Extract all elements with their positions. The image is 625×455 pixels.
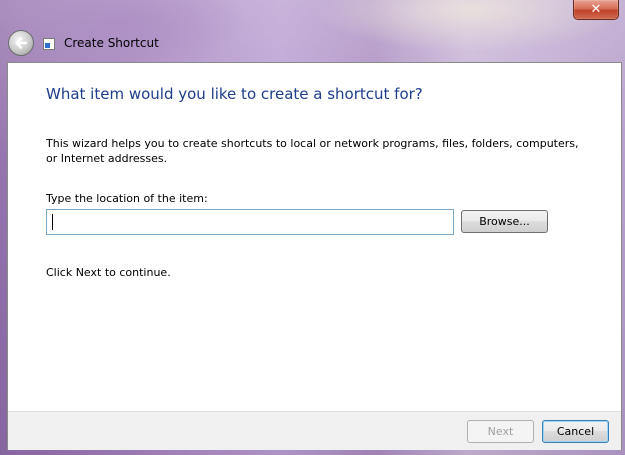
shortcut-icon — [43, 38, 55, 50]
next-button[interactable]: Next — [467, 420, 534, 443]
back-button[interactable] — [8, 30, 34, 56]
continue-instruction: Click Next to continue. — [46, 266, 171, 279]
back-arrow-icon — [15, 37, 28, 49]
wizard-page: What item would you like to create a sho… — [7, 62, 622, 450]
close-button[interactable]: ✕ — [573, 0, 619, 20]
location-label: Type the location of the item: — [46, 192, 208, 205]
wizard-description: This wizard helps you to create shortcut… — [46, 137, 579, 165]
cancel-button[interactable]: Cancel — [542, 420, 609, 443]
text-caret — [52, 214, 53, 230]
close-icon: ✕ — [590, 2, 602, 17]
window-title: Create Shortcut — [64, 36, 159, 50]
page-heading: What item would you like to create a sho… — [46, 85, 423, 103]
location-input[interactable] — [46, 209, 454, 235]
browse-button[interactable]: Browse... — [461, 210, 548, 233]
